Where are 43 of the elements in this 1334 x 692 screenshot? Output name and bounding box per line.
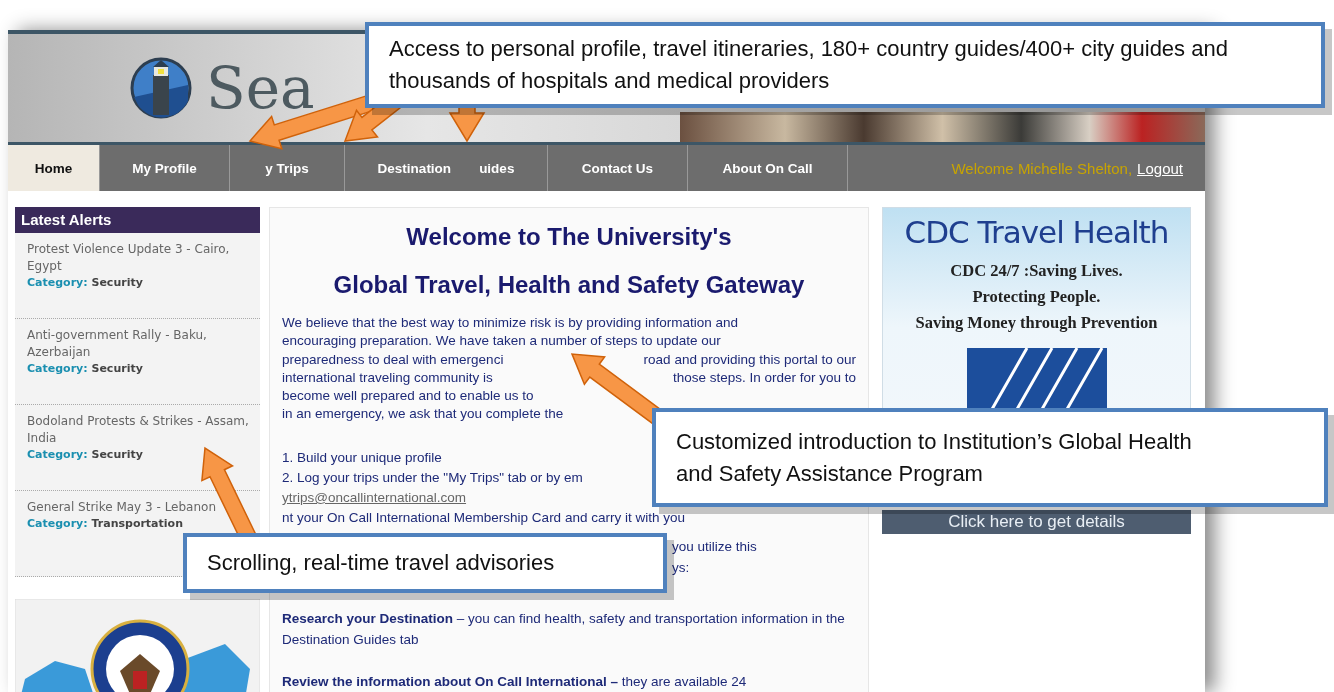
- alert-title: Anti-government Rally - Baku, Azerbaijan: [27, 327, 208, 361]
- alert-item[interactable]: Protest Violence Update 3 - Cairo, Egypt Category: Security: [15, 233, 260, 319]
- intro-text: ys:: [672, 558, 691, 577]
- alert-item[interactable]: Bodoland Protests & Strikes - Assam, India Category: Security: [15, 405, 260, 491]
- intro-text: We believe that the best way to minimize risk is by providing information and: [282, 314, 738, 332]
- alert-category: Category: Security: [27, 447, 144, 462]
- alert-category: Category: Security: [27, 361, 144, 376]
- lighthouse-logo-icon: [130, 57, 192, 119]
- alert-title: Protest Violence Update 3 - Cairo, Egypt: [27, 241, 231, 275]
- nav-tab[interactable]: Home: [8, 145, 100, 191]
- callout-tooltip: Customized introduction to Institution’s Global Health and Safety Assistance Program: [652, 408, 1328, 507]
- callout-tooltip: Scrolling, real-time travel advisories: [183, 533, 667, 593]
- alert-category: Category: Transportation: [27, 516, 184, 531]
- alerts-title: Latest Alerts: [15, 207, 260, 233]
- welcome-heading: Global Travel, Health and Safety Gateway: [332, 270, 806, 300]
- intro-text: you utilize this: [672, 537, 758, 556]
- intro-text: international traveling community is: [282, 368, 493, 387]
- welcome-heading: Welcome to The University's: [405, 222, 733, 252]
- alert-category: Category: Security: [27, 275, 144, 290]
- cdc-tagline: Saving Money through Prevention: [915, 312, 1158, 334]
- intro-text: become well prepared and to enable us to: [282, 387, 534, 406]
- site-logo-text: Sea: [206, 54, 315, 122]
- logout-link[interactable]: Logout: [1137, 159, 1183, 177]
- alert-title: General Strike May 3 - Lebanon: [27, 499, 217, 516]
- alert-title: Bodoland Protests & Strikes - Assam, India: [27, 413, 250, 447]
- details-button[interactable]: Click here to get details: [882, 510, 1191, 534]
- cdc-tagline: Protecting People.: [971, 286, 1102, 308]
- intro-text: encouraging preparation. We have taken a number of steps to update our: [282, 332, 721, 351]
- section-paragraph: Review the information about On Call International – they are available 24: [282, 672, 748, 691]
- callout-tooltip: Access to personal profile, travel itineraries, 180+ country guides/400+ city guides and thousands of hospitals and medical providers: [365, 22, 1325, 108]
- cdc-title: CDC Travel Health: [904, 214, 1169, 250]
- alert-item[interactable]: Anti-government Rally - Baku, Azerbaijan Category: Security: [15, 319, 260, 405]
- intro-text: road and providing this portal to our: [643, 350, 856, 369]
- step-text: 2. Log your trips under the "My Trips" tab or by em: [282, 468, 583, 487]
- welcome-text: Welcome Michelle Shelton,: [951, 159, 1133, 177]
- cdc-tagline: CDC 24/7 :Saving Lives.: [949, 260, 1124, 282]
- email-link[interactable]: ytrips@oncallinternational.com: [282, 489, 467, 505]
- intro-text: in an emergency, we ask that you complete the: [282, 405, 564, 424]
- step-text: nt your On Call International Membership Card and carry it with you: [282, 508, 685, 527]
- intro-text: those steps. In order for you to: [672, 368, 856, 387]
- step-text: 1. Build your unique profile: [282, 448, 442, 467]
- section-paragraph: Research your Destination – you can find health, safety and transportation information in the Destination Guides tab: [282, 609, 846, 649]
- intro-text: preparedness to deal with emergenci: [282, 350, 504, 369]
